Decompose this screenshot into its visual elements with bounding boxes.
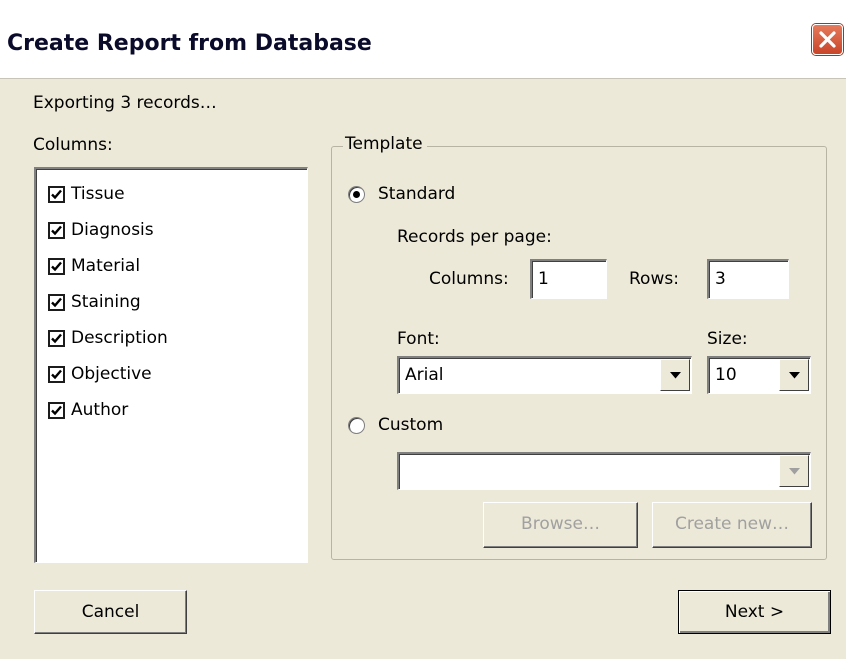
next-button[interactable]: Next > — [678, 590, 831, 634]
standard-radio[interactable] — [348, 186, 365, 203]
column-item-objective[interactable]: Objective — [48, 360, 152, 388]
column-item-label: Description — [71, 328, 168, 348]
checkmark-icon — [51, 369, 62, 379]
standard-label[interactable]: Standard — [378, 184, 455, 204]
create-new-button[interactable]: Create new… — [652, 502, 812, 548]
column-checkbox[interactable] — [48, 293, 65, 311]
checkmark-icon — [51, 297, 62, 307]
column-checkbox[interactable] — [48, 185, 65, 203]
custom-template-select[interactable] — [397, 452, 811, 490]
chevron-down-icon — [789, 372, 800, 379]
custom-label[interactable]: Custom — [378, 415, 443, 435]
export-status: Exporting 3 records… — [33, 93, 217, 113]
size-dropdown-button[interactable] — [779, 359, 809, 391]
template-legend: Template — [343, 134, 427, 154]
size-select-value: 10 — [715, 365, 737, 385]
custom-radio[interactable] — [348, 417, 365, 434]
column-item-label: Staining — [71, 292, 141, 312]
column-item-material[interactable]: Material — [48, 252, 140, 280]
font-select-value: Arial — [405, 365, 444, 385]
rows-count-value: 3 — [715, 269, 726, 289]
columns-count-label: Columns: — [429, 269, 509, 289]
column-item-description[interactable]: Description — [48, 324, 168, 352]
rows-count-label: Rows: — [629, 269, 679, 289]
column-checkbox[interactable] — [48, 257, 65, 275]
cancel-button-label: Cancel — [81, 602, 140, 622]
column-item-label: Objective — [71, 364, 152, 384]
dialog-title: Create Report from Database — [7, 31, 372, 56]
chevron-down-icon — [789, 468, 800, 475]
create-new-button-label: Create new… — [674, 514, 790, 534]
column-item-tissue[interactable]: Tissue — [48, 180, 125, 208]
column-checkbox[interactable] — [48, 401, 65, 419]
column-item-label: Author — [71, 400, 129, 420]
font-label: Font: — [397, 329, 440, 349]
next-button-label: Next > — [724, 602, 785, 622]
template-groupbox — [331, 146, 827, 560]
columns-count-value: 1 — [538, 269, 549, 289]
column-item-label: Material — [71, 256, 141, 276]
custom-dropdown-button[interactable] — [779, 455, 809, 487]
close-button[interactable] — [812, 24, 843, 55]
font-dropdown-button[interactable] — [660, 359, 690, 391]
cancel-button[interactable]: Cancel — [34, 590, 187, 634]
chevron-down-icon — [670, 372, 681, 379]
column-checkbox[interactable] — [48, 329, 65, 347]
column-item-diagnosis[interactable]: Diagnosis — [48, 216, 154, 244]
dialog-window: Create Report from Database Exporting 3 … — [0, 0, 846, 659]
records-per-page-label: Records per page: — [397, 227, 552, 247]
radio-selected-dot — [353, 191, 360, 198]
checkmark-icon — [51, 333, 62, 343]
column-checkbox[interactable] — [48, 221, 65, 239]
columns-label: Columns: — [33, 135, 113, 155]
title-bar[interactable]: Create Report from Database — [0, 0, 846, 79]
columns-list[interactable]: Tissue Diagnosis Material Staining Descripti… — [34, 167, 308, 563]
browse-button-label: Browse… — [521, 514, 600, 534]
column-checkbox[interactable] — [48, 365, 65, 383]
checkmark-icon — [51, 405, 62, 415]
rows-count-input[interactable]: 3 — [707, 259, 789, 299]
close-x-icon — [819, 31, 836, 48]
column-item-label: Tissue — [71, 184, 125, 204]
size-select[interactable]: 10 — [707, 356, 811, 394]
checkmark-icon — [51, 261, 62, 271]
checkmark-icon — [51, 189, 62, 199]
font-select[interactable]: Arial — [397, 356, 692, 394]
columns-count-input[interactable]: 1 — [530, 259, 607, 299]
column-item-author[interactable]: Author — [48, 396, 128, 424]
column-item-staining[interactable]: Staining — [48, 288, 141, 316]
size-label: Size: — [707, 329, 748, 349]
browse-button[interactable]: Browse… — [483, 502, 638, 548]
column-item-label: Diagnosis — [71, 220, 154, 240]
checkmark-icon — [51, 225, 62, 235]
